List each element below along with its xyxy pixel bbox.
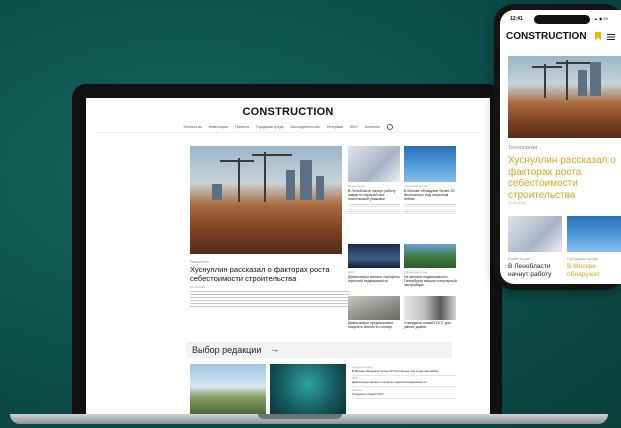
building (316, 176, 324, 200)
hero-title[interactable]: Хуснуллин рассказал о факторах роста себ… (190, 265, 350, 283)
editors-list: Городская среда В Москве обнаружат более… (352, 364, 456, 399)
building (590, 62, 601, 96)
phone-hero-image[interactable] (508, 56, 621, 138)
card-title[interactable]: В Москве обнаружат (567, 263, 621, 278)
card-category: Городская среда (404, 270, 428, 274)
building (212, 184, 222, 200)
card-title[interactable]: Девелоперы предпочитают покупать землю в… (348, 321, 402, 329)
status-time: 12:41 (510, 16, 523, 22)
nav-item[interactable]: Технологии (183, 125, 202, 129)
list-item-title[interactable]: В Москве обнаружат более 20 бесплатных п… (352, 369, 456, 373)
nav-item[interactable]: Проекты (235, 125, 249, 129)
hero-image[interactable] (190, 146, 342, 254)
crane (566, 60, 568, 100)
phone-news-card[interactable]: Городская среда В Москве обнаружат (567, 216, 621, 278)
news-card[interactable]: Городская среда В Москве обнаружат более… (404, 146, 458, 214)
crane-arm (220, 160, 254, 162)
phone-news-card[interactable]: Инвестиции В Ленобласти начнут работу (508, 216, 562, 278)
card-excerpt (404, 203, 456, 214)
news-card[interactable]: Девелоперы предпочитают покупать землю в… (348, 296, 402, 329)
phone-hero-date: 22.03.2024 (508, 201, 526, 205)
menu-icon[interactable] (607, 34, 615, 40)
site-nav: Технологии Инвестиции Проекты Городская … (146, 124, 430, 130)
site-logo[interactable]: CONSTRUCTION (86, 106, 490, 118)
arrow-right-icon[interactable]: → (270, 344, 279, 354)
nav-item[interactable]: ЖКХ (350, 125, 358, 129)
card-thumb (404, 244, 456, 268)
status-icons: ▲ ◆ 29 (594, 16, 608, 21)
news-card[interactable]: Инвестиции В Ленобласти начнут работу за… (348, 146, 402, 214)
nav-item[interactable]: Контакты (365, 125, 380, 129)
card-thumb (567, 216, 621, 252)
hero-category[interactable]: Технологии (190, 260, 209, 264)
phone-logo[interactable]: CONSTRUCTION (506, 31, 587, 42)
list-item[interactable]: Проекты Утвердили новый ГОСТ (352, 387, 456, 399)
nav-item[interactable]: Интервью (327, 125, 343, 129)
card-title[interactable]: В Ленобласти начнут работу (508, 263, 562, 278)
crane-arm (252, 154, 292, 156)
card-category: ЖКХ (348, 270, 355, 274)
divider (96, 132, 480, 133)
editors-choice-title[interactable]: Выбор редакции (192, 345, 261, 355)
nav-item[interactable]: Законодательство (290, 125, 320, 129)
building (300, 160, 312, 200)
card-thumb (404, 296, 456, 320)
list-item[interactable]: Городская среда В Москве обнаружат более… (352, 364, 456, 376)
card-title[interactable]: Утвердили новый ГОСТ для умных домов (404, 321, 458, 329)
card-title[interactable]: В Ленобласти начнут работу завод по пере… (348, 189, 402, 202)
card-category: Инвестиции (348, 184, 365, 188)
crane (264, 152, 266, 202)
hero-date: 22.03.2024 (190, 285, 206, 289)
card-excerpt (348, 203, 400, 214)
card-title[interactable]: Не меняют недвижимости Петербурга вышла … (404, 275, 458, 288)
list-item-title[interactable]: Девелоперы меняют портфель офисной недви… (352, 380, 456, 384)
nav-item[interactable]: Инвестиции (209, 125, 228, 129)
card-thumb (348, 296, 400, 320)
crane (544, 64, 546, 98)
crane-arm (532, 66, 562, 68)
card-thumb (348, 146, 400, 182)
dynamic-island (534, 15, 590, 24)
news-card[interactable]: ЖКХ Девелоперы меняют портфель офисной н… (348, 244, 402, 283)
nav-item[interactable]: Городская среда (256, 125, 283, 129)
phone-screen: 12:41 ▲ ◆ 29 CONSTRUCTION Технологии Хус… (500, 10, 621, 284)
laptop-screen: CONSTRUCTION Технологии Инвестиции Проек… (86, 98, 490, 414)
bookmark-icon[interactable] (595, 32, 601, 40)
list-item-title[interactable]: Утвердили новый ГОСТ (352, 392, 456, 396)
card-category: Инвестиции (508, 256, 531, 261)
card-category: Городская среда (404, 184, 428, 188)
editors-image[interactable] (270, 364, 346, 414)
card-title[interactable]: Девелоперы меняют портфель офисной недви… (348, 275, 402, 283)
laptop-notch (258, 414, 342, 419)
card-thumb (508, 216, 562, 252)
building (286, 170, 295, 200)
building (578, 70, 587, 96)
phone-hero-category[interactable]: Технологии (508, 145, 537, 151)
phone-hero-title[interactable]: Хуснуллин рассказал о факторах роста себ… (508, 155, 620, 201)
list-item[interactable]: ЖКХ Девелоперы меняют портфель офисной н… (352, 376, 456, 387)
crane-arm (556, 62, 590, 64)
card-title[interactable]: В Москве обнаружат более 20 бесплатных п… (404, 189, 458, 202)
news-card[interactable]: Городская среда Не меняют недвижимости П… (404, 244, 458, 288)
crane (238, 158, 240, 202)
editors-image[interactable] (190, 364, 266, 414)
card-thumb (348, 244, 400, 268)
hero-excerpt (190, 291, 350, 307)
search-icon[interactable] (386, 124, 393, 130)
card-thumb (404, 146, 456, 182)
card-category: Городская среда (567, 256, 599, 261)
news-card[interactable]: Утвердили новый ГОСТ для умных домов (404, 296, 458, 329)
